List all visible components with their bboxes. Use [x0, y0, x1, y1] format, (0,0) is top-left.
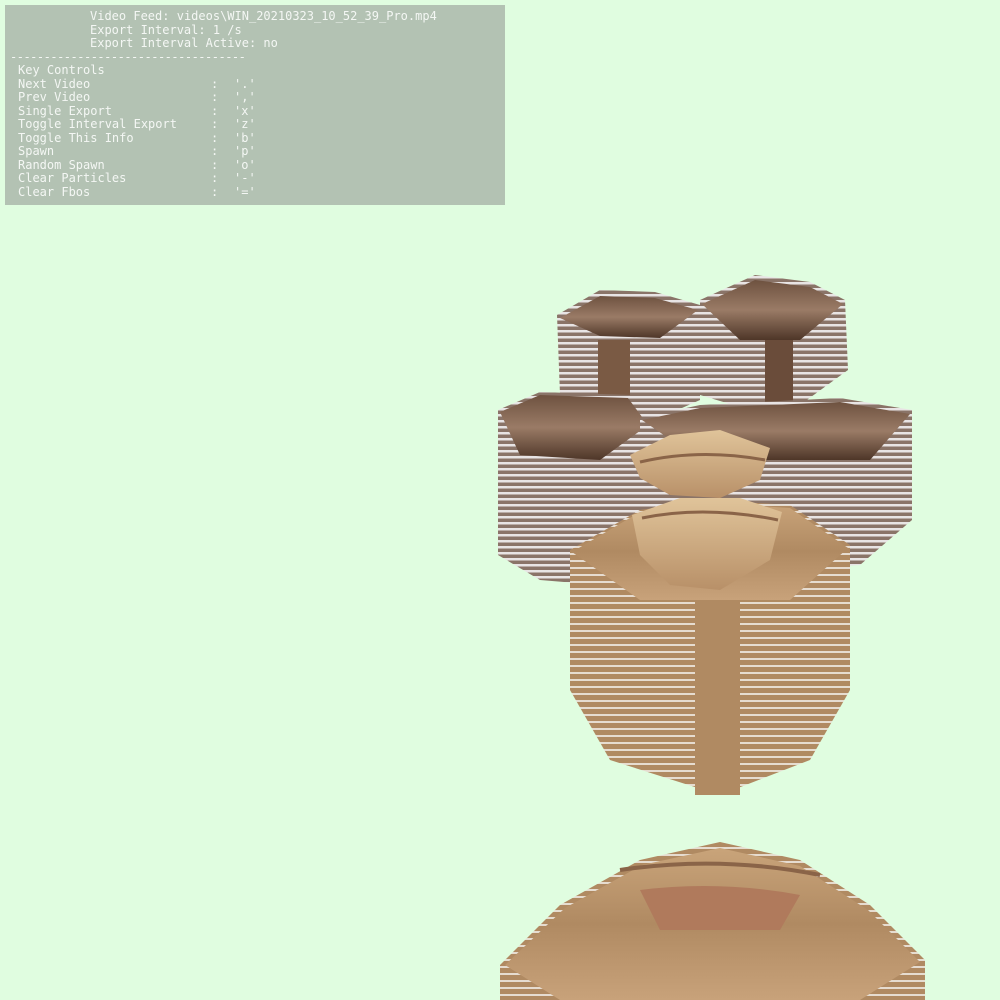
control-label: Prev Video — [18, 90, 91, 104]
control-colon: : — [211, 184, 219, 199]
control-label: Toggle Interval Export — [18, 117, 177, 131]
control-label: Spawn — [18, 144, 55, 158]
control-key: ',' — [234, 90, 256, 104]
export-interval-label: Export Interval: — [90, 22, 206, 37]
video-feed-label: Video Feed: — [90, 9, 170, 23]
control-row: Next Video: '.' — [5, 76, 505, 92]
control-key: '.' — [234, 76, 256, 91]
control-row: Spawn: 'p' — [5, 144, 505, 159]
control-key: 'p' — [234, 144, 256, 158]
control-label: Single Export — [18, 103, 112, 118]
export-active-value: no — [263, 36, 278, 50]
control-colon: : — [211, 117, 219, 131]
control-colon: : — [211, 76, 219, 91]
control-label: Random Spawn — [18, 157, 105, 172]
control-key: 'o' — [234, 157, 256, 172]
control-row: Clear Fbos: '=' — [5, 184, 505, 200]
info-panel: Video Feed: videos\WIN_20210323_10_52_39… — [5, 5, 505, 205]
control-colon: : — [211, 171, 219, 185]
export-interval-line: Export Interval: 1 /s — [5, 22, 505, 38]
control-colon: : — [211, 130, 219, 145]
control-key: 'z' — [234, 117, 256, 131]
separator: ----------------------------------- — [10, 50, 246, 64]
control-row: Random Spawn: 'o' — [5, 157, 505, 173]
control-row: Toggle Interval Export: 'z' — [5, 117, 505, 132]
control-key: '-' — [234, 171, 256, 185]
control-key: 'b' — [234, 130, 256, 145]
control-label: Clear Particles — [18, 171, 127, 185]
control-key: '=' — [234, 184, 256, 199]
control-label: Next Video — [18, 76, 91, 91]
export-active-label: Export Interval Active: — [90, 36, 257, 50]
control-label: Toggle This Info — [18, 130, 134, 145]
controls-title: Key Controls — [18, 63, 105, 77]
control-colon: : — [211, 103, 219, 118]
video-feed-line: Video Feed: videos\WIN_20210323_10_52_39… — [5, 9, 505, 24]
control-key: 'x' — [234, 103, 256, 118]
particle-cluster-lower — [500, 842, 925, 1000]
control-label: Clear Fbos — [18, 184, 91, 199]
export-active-line: Export Interval Active: no — [5, 36, 505, 51]
control-colon: : — [211, 90, 219, 104]
control-colon: : — [211, 144, 219, 158]
control-row: Prev Video: ',' — [5, 90, 505, 105]
export-interval-value: 1 /s — [212, 22, 242, 37]
control-row: Toggle This Info: 'b' — [5, 130, 505, 146]
control-colon: : — [211, 157, 219, 172]
video-feed-value: videos\WIN_20210323_10_52_39_Pro.mp4 — [176, 9, 437, 23]
control-row: Single Export: 'x' — [5, 103, 505, 119]
control-row: Clear Particles: '-' — [5, 171, 505, 186]
